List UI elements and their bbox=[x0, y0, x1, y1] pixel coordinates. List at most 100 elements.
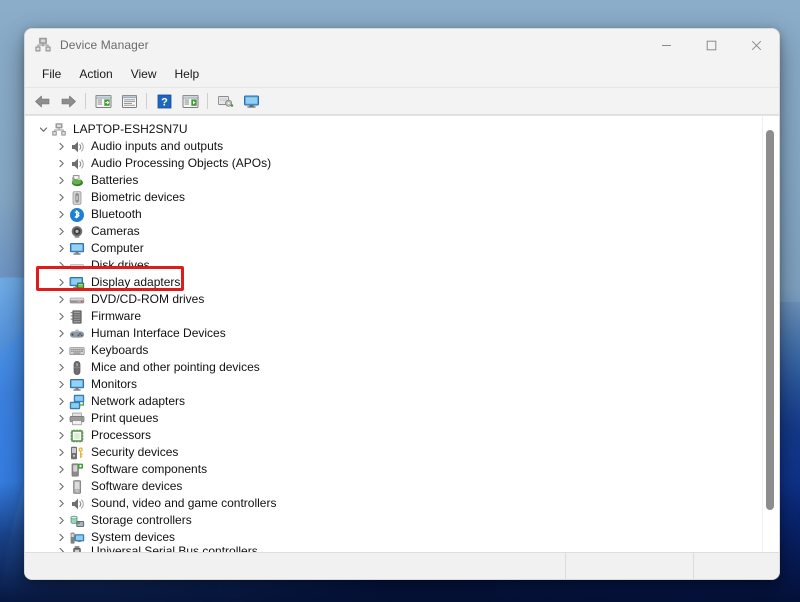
chevron-right-icon[interactable] bbox=[53, 329, 69, 338]
tree-node-storage-controllers[interactable]: Storage controllers bbox=[25, 512, 762, 529]
chevron-right-icon[interactable] bbox=[53, 547, 69, 552]
chevron-right-icon[interactable] bbox=[53, 159, 69, 168]
vertical-scrollbar[interactable] bbox=[762, 116, 779, 552]
tree-node-root[interactable]: LAPTOP-ESH2SN7U bbox=[25, 121, 762, 138]
menu-view[interactable]: View bbox=[122, 65, 166, 83]
tree-node-computer[interactable]: Computer bbox=[25, 240, 762, 257]
tree-node-label: Universal Serial Bus controllers bbox=[91, 546, 258, 552]
tree-node-bluetooth[interactable]: Bluetooth bbox=[25, 206, 762, 223]
chevron-right-icon[interactable] bbox=[53, 380, 69, 389]
chevron-right-icon[interactable] bbox=[53, 142, 69, 151]
tree-node-network-adapters[interactable]: Network adapters bbox=[25, 393, 762, 410]
chevron-right-icon[interactable] bbox=[53, 533, 69, 542]
scan-hardware-changes-button[interactable] bbox=[212, 90, 238, 112]
tree-node-label: Bluetooth bbox=[91, 207, 142, 221]
window-controls bbox=[644, 29, 779, 61]
chevron-right-icon[interactable] bbox=[53, 312, 69, 321]
tree-node-security-devices[interactable]: Security devices bbox=[25, 444, 762, 461]
status-message bbox=[25, 553, 565, 579]
show-hide-console-tree-button[interactable] bbox=[90, 90, 116, 112]
chevron-right-icon[interactable] bbox=[53, 346, 69, 355]
chevron-right-icon[interactable] bbox=[53, 431, 69, 440]
tree-node-universal-serial-bus-controllers[interactable]: Universal Serial Bus controllers bbox=[25, 546, 762, 552]
speaker-icon bbox=[72, 498, 84, 509]
properties-icon bbox=[121, 94, 137, 108]
tree-node-label: Cameras bbox=[91, 224, 140, 238]
forward-button[interactable] bbox=[55, 90, 81, 112]
chevron-right-icon[interactable] bbox=[53, 176, 69, 185]
tree-node-audio-inputs-and-outputs[interactable]: Audio inputs and outputs bbox=[25, 138, 762, 155]
update-driver-button[interactable] bbox=[177, 90, 203, 112]
properties-button[interactable] bbox=[116, 90, 142, 112]
tree-node-biometric-devices[interactable]: Biometric devices bbox=[25, 189, 762, 206]
menu-action[interactable]: Action bbox=[70, 65, 121, 83]
title-bar[interactable]: Device Manager bbox=[25, 29, 779, 61]
tree-node-mice-and-other-pointing-devices[interactable]: Mice and other pointing devices bbox=[25, 359, 762, 376]
tree-node-print-queues[interactable]: Print queues bbox=[25, 410, 762, 427]
chevron-right-icon[interactable] bbox=[53, 210, 69, 219]
tree-node-display-adapters[interactable]: Display adapters bbox=[25, 274, 762, 291]
scrollbar-thumb[interactable] bbox=[766, 130, 774, 510]
chevron-right-icon[interactable] bbox=[53, 261, 69, 270]
security-key-icon bbox=[71, 446, 83, 459]
maximize-button[interactable] bbox=[689, 29, 734, 61]
tree-node-batteries[interactable]: Batteries bbox=[25, 172, 762, 189]
computer-node-icon bbox=[52, 122, 66, 136]
maximize-icon bbox=[706, 40, 717, 50]
tree-node-label: Sound, video and game controllers bbox=[91, 496, 277, 510]
chevron-right-icon[interactable] bbox=[53, 363, 69, 372]
scan-hardware-icon bbox=[217, 95, 233, 107]
chevron-right-icon[interactable] bbox=[53, 193, 69, 202]
tree-node-label: Processors bbox=[91, 428, 152, 442]
tree-node-human-interface-devices[interactable]: Human Interface Devices bbox=[25, 325, 762, 342]
tree-node-software-components[interactable]: Software components bbox=[25, 461, 762, 478]
tree-node-sound-video-and-game-controllers[interactable]: Sound, video and game controllers bbox=[25, 495, 762, 512]
tree-node-processors[interactable]: Processors bbox=[25, 427, 762, 444]
chevron-right-icon[interactable] bbox=[53, 499, 69, 508]
tree-node-system-devices[interactable]: System devices bbox=[25, 529, 762, 546]
hid-gamepad-icon bbox=[70, 329, 84, 338]
tree-node-label: Audio Processing Objects (APOs) bbox=[91, 156, 272, 170]
camera-icon bbox=[71, 225, 83, 238]
battery-icon bbox=[71, 174, 83, 186]
forward-arrow-icon bbox=[61, 95, 76, 107]
tree-node-label: DVD/CD-ROM drives bbox=[91, 292, 205, 306]
menu-help[interactable]: Help bbox=[166, 65, 209, 83]
chevron-down-icon[interactable] bbox=[35, 125, 51, 134]
tree-node-audio-processing-objects-apos[interactable]: Audio Processing Objects (APOs) bbox=[25, 155, 762, 172]
chevron-right-icon[interactable] bbox=[53, 482, 69, 491]
chevron-right-icon[interactable] bbox=[53, 397, 69, 406]
toolbar-separator bbox=[85, 93, 86, 109]
chevron-right-icon[interactable] bbox=[53, 295, 69, 304]
tree-node-label: Computer bbox=[91, 241, 144, 255]
tree-node-dvd-cd-rom-drives[interactable]: DVD/CD-ROM drives bbox=[25, 291, 762, 308]
menu-file[interactable]: File bbox=[33, 65, 70, 83]
close-button[interactable] bbox=[734, 29, 779, 61]
chevron-right-icon[interactable] bbox=[53, 414, 69, 423]
mouse-icon bbox=[73, 360, 81, 375]
tree-node-label: Disk drives bbox=[91, 258, 150, 272]
device-manager-window: Device Manager File Action View Help ? L… bbox=[24, 28, 780, 580]
status-bar bbox=[25, 552, 779, 579]
tree-node-disk-drives[interactable]: Disk drives bbox=[25, 257, 762, 274]
tree-node-label: Firmware bbox=[91, 309, 141, 323]
minimize-button[interactable] bbox=[644, 29, 689, 61]
help-button[interactable]: ? bbox=[151, 90, 177, 112]
tree-node-cameras[interactable]: Cameras bbox=[25, 223, 762, 240]
back-button[interactable] bbox=[29, 90, 55, 112]
chevron-right-icon[interactable] bbox=[53, 516, 69, 525]
chevron-right-icon[interactable] bbox=[53, 448, 69, 457]
tree-node-software-devices[interactable]: Software devices bbox=[25, 478, 762, 495]
chevron-right-icon[interactable] bbox=[53, 244, 69, 253]
storage-controller-icon bbox=[70, 515, 85, 527]
tree-node-firmware[interactable]: Firmware bbox=[25, 308, 762, 325]
chevron-right-icon[interactable] bbox=[53, 278, 69, 287]
add-legacy-hardware-button[interactable] bbox=[238, 90, 264, 112]
system-device-icon bbox=[70, 532, 85, 544]
tree-node-monitors[interactable]: Monitors bbox=[25, 376, 762, 393]
chevron-right-icon[interactable] bbox=[53, 465, 69, 474]
chevron-right-icon[interactable] bbox=[53, 227, 69, 236]
device-tree[interactable]: LAPTOP-ESH2SN7U Audio inputs and outputs… bbox=[25, 116, 762, 552]
tree-node-label: LAPTOP-ESH2SN7U bbox=[73, 122, 188, 136]
tree-node-keyboards[interactable]: Keyboards bbox=[25, 342, 762, 359]
